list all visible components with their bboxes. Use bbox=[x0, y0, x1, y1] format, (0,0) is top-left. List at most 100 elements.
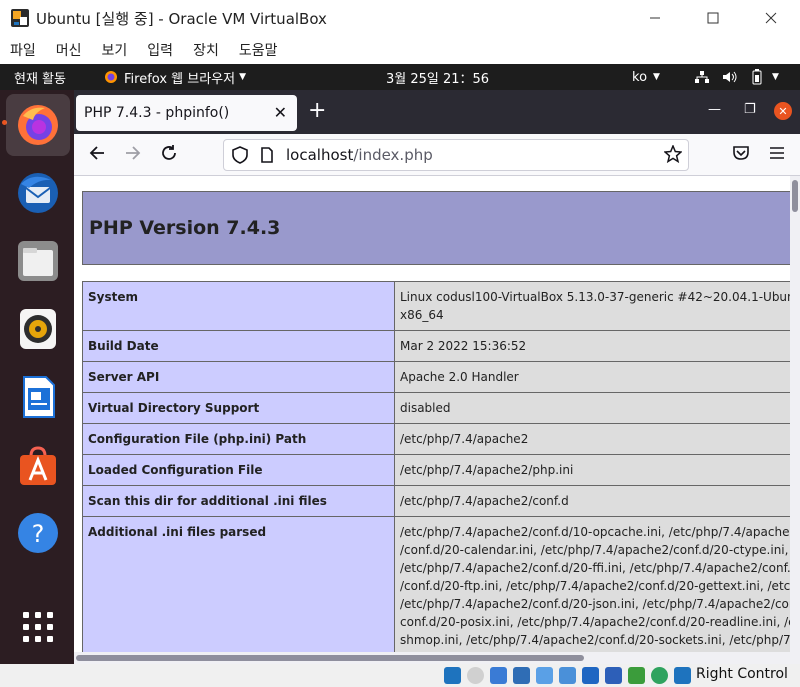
display-icon[interactable] bbox=[582, 667, 599, 684]
row-key: Server API bbox=[82, 361, 395, 393]
hamburger-menu-icon[interactable] bbox=[768, 144, 786, 167]
close-window-button[interactable]: ✕ bbox=[774, 102, 792, 120]
reload-button[interactable] bbox=[160, 144, 178, 167]
shared-folders-icon[interactable] bbox=[559, 667, 576, 684]
app-menu[interactable]: Firefox 웹 브라우저 ▼ bbox=[104, 64, 246, 90]
table-row: Build Date Mar 2 2022 15:36:52 bbox=[82, 330, 790, 362]
row-value-line: shmop.ini, /etc/php/7.4/apache2/conf.d/2… bbox=[400, 633, 790, 647]
row-key: Build Date bbox=[82, 330, 395, 362]
host-key-label: Right Control bbox=[696, 666, 788, 682]
menu-devices[interactable]: 장치 bbox=[193, 40, 219, 60]
row-key: Virtual Directory Support bbox=[82, 392, 395, 424]
vbox-titlebar: Ubuntu [실행 중] - Oracle VM VirtualBox bbox=[0, 0, 800, 36]
clock[interactable]: 3월 25일 21：56 bbox=[386, 64, 489, 90]
close-button[interactable] bbox=[742, 0, 800, 36]
minimize-window-icon[interactable]: — bbox=[708, 102, 721, 117]
row-value-line: Mar 2 2022 15:36:52 bbox=[400, 339, 527, 353]
row-value-line: /conf.d/20-ftp.ini, /etc/php/7.4/apache2… bbox=[400, 579, 790, 593]
bookmark-star-icon[interactable] bbox=[663, 144, 683, 167]
menu-file[interactable]: 파일 bbox=[10, 40, 36, 60]
row-key: Additional .ini files parsed bbox=[82, 516, 395, 652]
input-method-indicator[interactable]: ko ▼ bbox=[632, 64, 660, 90]
forward-button[interactable] bbox=[124, 144, 142, 167]
keyboard-capture-icon[interactable] bbox=[674, 667, 691, 684]
row-value-line: /etc/php/7.4/apache2/conf.d/10-opcache.i… bbox=[400, 525, 790, 539]
url-text[interactable]: localhost/index.php bbox=[286, 146, 433, 164]
row-value: Apache 2.0 Handler bbox=[394, 361, 790, 393]
back-button[interactable] bbox=[88, 144, 106, 167]
network-adapter-icon[interactable] bbox=[513, 667, 530, 684]
audio-icon[interactable] bbox=[490, 667, 507, 684]
virtualbox-icon bbox=[10, 8, 30, 28]
pocket-icon[interactable] bbox=[732, 144, 750, 167]
row-key: Loaded Configuration File bbox=[82, 454, 395, 486]
horizontal-scroll-thumb[interactable] bbox=[76, 655, 584, 661]
row-value: /etc/php/7.4/apache2/php.ini bbox=[394, 454, 790, 486]
menu-view[interactable]: 보기 bbox=[102, 40, 128, 60]
php-info-table: System Linux codusl100-VirtualBox 5.13.0-… bbox=[82, 281, 790, 652]
table-row: Additional .ini files parsed/etc/php/7.4… bbox=[82, 516, 790, 652]
optical-drive-icon[interactable] bbox=[467, 667, 484, 684]
row-value-line: /etc/php/7.4/apache2/conf.d bbox=[400, 494, 569, 508]
ubuntu-software-icon[interactable] bbox=[6, 434, 70, 496]
mouse-integration-icon[interactable] bbox=[651, 667, 668, 684]
minimize-button[interactable] bbox=[626, 0, 684, 36]
tab-phpinfo[interactable]: PHP 7.4.3 - phpinfo() ✕ bbox=[76, 95, 297, 131]
row-key: Configuration File (php.ini) Path bbox=[82, 423, 395, 455]
new-tab-button[interactable]: + bbox=[308, 100, 326, 122]
firefox-nav-bar: localhost/index.php bbox=[74, 134, 800, 176]
url-host: localhost bbox=[286, 146, 354, 164]
battery-icon[interactable] bbox=[750, 64, 764, 90]
row-value: Linux codusl100-VirtualBox 5.13.0-37-gen… bbox=[394, 281, 790, 331]
row-key: Scan this dir for additional .ini files bbox=[82, 485, 395, 517]
network-icon[interactable] bbox=[694, 64, 710, 90]
volume-icon[interactable] bbox=[722, 64, 738, 90]
tab-title: PHP 7.4.3 - phpinfo() bbox=[84, 105, 230, 121]
tab-close-icon[interactable]: ✕ bbox=[274, 103, 287, 122]
row-value: Mar 2 2022 15:36:52 bbox=[394, 330, 790, 362]
system-menu-chevron-icon[interactable]: ▼ bbox=[772, 64, 779, 90]
row-value-line: /etc/php/7.4/apache2/conf.d/20-ffi.ini, … bbox=[400, 561, 790, 575]
vertical-scroll-thumb[interactable] bbox=[792, 180, 798, 212]
firefox-tab-bar: PHP 7.4.3 - phpinfo() ✕ + — ❐ ✕ bbox=[74, 90, 800, 134]
row-value: /etc/php/7.4/apache2 bbox=[394, 423, 790, 455]
url-bar[interactable]: localhost/index.php bbox=[223, 139, 689, 171]
files-icon[interactable] bbox=[6, 230, 70, 292]
row-value: /etc/php/7.4/apache2/conf.d bbox=[394, 485, 790, 517]
help-icon[interactable]: ? bbox=[6, 502, 70, 564]
menu-machine[interactable]: 머신 bbox=[56, 40, 82, 60]
row-value-line: Apache 2.0 Handler bbox=[400, 370, 519, 384]
php-version-header: PHP Version 7.4.3 bbox=[82, 191, 790, 265]
shield-icon[interactable] bbox=[232, 146, 248, 168]
cpu-icon[interactable] bbox=[628, 667, 645, 684]
horizontal-scrollbar[interactable] bbox=[74, 652, 800, 664]
row-key: System bbox=[82, 281, 395, 331]
hard-disk-icon[interactable] bbox=[444, 667, 461, 684]
usb-icon[interactable] bbox=[536, 667, 553, 684]
row-value-line: /etc/php/7.4/apache2/php.ini bbox=[400, 463, 574, 477]
row-value-line: /etc/php/7.4/apache2 bbox=[400, 432, 529, 446]
firefox-icon[interactable] bbox=[6, 94, 70, 156]
activities-button[interactable]: 현재 활동 bbox=[14, 64, 66, 90]
maximize-button[interactable] bbox=[684, 0, 742, 36]
row-value: /etc/php/7.4/apache2/conf.d/10-opcache.i… bbox=[394, 516, 790, 652]
app-grid-icon[interactable] bbox=[6, 596, 70, 658]
vbox-status-bar: Right Control bbox=[0, 664, 800, 687]
menu-input[interactable]: 입력 bbox=[147, 40, 173, 60]
libreoffice-writer-icon[interactable] bbox=[6, 366, 70, 428]
menu-help[interactable]: 도움말 bbox=[239, 40, 278, 60]
app-menu-label: Firefox 웹 브라우저 bbox=[124, 71, 236, 87]
vertical-scrollbar[interactable] bbox=[790, 176, 800, 652]
thunderbird-icon[interactable] bbox=[6, 162, 70, 224]
table-row: Scan this dir for additional .ini files /… bbox=[82, 485, 790, 517]
page-content: PHP Version 7.4.3 System Linux codusl100-… bbox=[74, 176, 790, 652]
vbox-menubar: 파일 머신 보기 입력 장치 도움말 bbox=[0, 36, 800, 64]
row-value-line: x86_64 bbox=[400, 308, 444, 322]
restore-window-icon[interactable]: ❐ bbox=[744, 102, 756, 117]
rhythmbox-icon[interactable] bbox=[6, 298, 70, 360]
page-info-icon[interactable] bbox=[260, 147, 274, 167]
input-method-label: ko bbox=[632, 69, 648, 85]
row-value-line: /conf.d/20-calendar.ini, /etc/php/7.4/ap… bbox=[400, 543, 790, 557]
svg-text:?: ? bbox=[32, 520, 45, 548]
recording-icon[interactable] bbox=[605, 667, 622, 684]
